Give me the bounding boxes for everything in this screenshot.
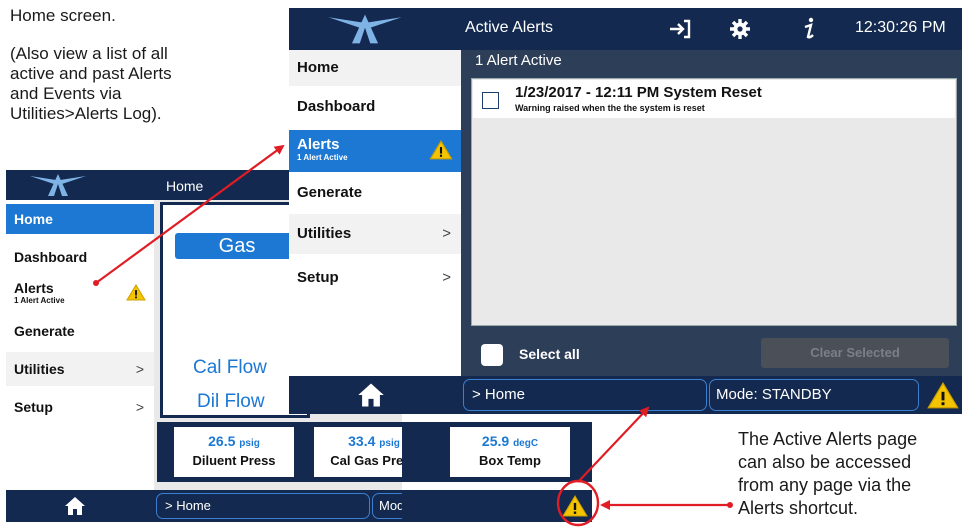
tile-diluent-press[interactable]: 26.5 psig Diluent Press <box>174 427 294 477</box>
alert-row[interactable]: 1/23/2017 - 12:11 PM System Reset Warnin… <box>473 80 955 118</box>
info-icon[interactable] <box>801 17 817 41</box>
mode-indicator: Mode: STANDBY <box>709 379 919 411</box>
alerts-sidebar: Home Dashboard Alerts 1 Alert Active Gen… <box>289 50 461 376</box>
sidebar-item-label: Home <box>14 211 53 227</box>
home-screen-title: Home <box>166 178 204 194</box>
tile-number: 33.4 <box>348 433 376 449</box>
breadcrumb[interactable]: > Home <box>463 379 707 411</box>
logo-icon <box>30 174 86 196</box>
note-also-view: (Also view a list of all active and past… <box>10 44 172 124</box>
warning-icon[interactable] <box>927 382 959 409</box>
sidebar-item-label: Home <box>297 59 339 76</box>
note-line: The Active Alerts page <box>738 429 918 449</box>
warning-icon <box>126 284 146 301</box>
tile-value: 26.5 psig <box>174 433 294 449</box>
sidebar-item-label: Alerts <box>297 136 340 153</box>
mode-indicator: Mode: STANDBY <box>372 493 402 519</box>
dashboard-tiles: 26.5 psig Diluent Press 33.4 psig Cal Ga… <box>157 422 402 482</box>
sidebar-item-setup[interactable]: Setup > <box>6 390 154 424</box>
sidebar-item-label: Dashboard <box>14 249 88 265</box>
dil-flow-label: Dil Flow <box>197 391 265 412</box>
annotation-dot <box>727 502 733 508</box>
gas-button[interactable]: Gas <box>175 233 299 259</box>
note-home-screen: Home screen. <box>10 6 116 25</box>
chevron-right-icon: > <box>135 361 144 377</box>
sidebar-item-label: Generate <box>297 184 363 201</box>
tile-number: 26.5 <box>208 433 236 449</box>
alerts-top-bar: Active Alerts 12:30:26 PM <box>289 8 962 50</box>
tile-label: Diluent Press <box>192 453 276 468</box>
note-line: Alerts shortcut. <box>738 498 859 518</box>
sidebar-item-alerts[interactable]: Alerts 1 Alert Active <box>6 278 154 312</box>
tile-value: 33.4 psig <box>314 433 402 449</box>
sidebar-item-dashboard[interactable]: Dashboard <box>6 242 154 272</box>
clock: 12:30:26 PM <box>855 19 946 36</box>
chevron-right-icon: > <box>135 399 144 415</box>
note-line: (Also view a list of all <box>10 44 168 63</box>
sidebar-item-label: Dashboard <box>297 98 376 115</box>
note-line: Utilities>Alerts Log). <box>10 104 162 123</box>
sidebar-item-home[interactable]: Home <box>6 204 154 234</box>
chevron-right-icon: > <box>442 225 451 242</box>
sidebar-item-label: Setup <box>297 269 339 286</box>
tile-number: 25.9 <box>481 433 510 449</box>
alert-count: 1 Alert Active <box>475 52 562 69</box>
sidebar-item-label: Utilities <box>297 225 352 242</box>
active-alerts-screen: Active Alerts 12:30:26 PM Home Dashboard… <box>289 8 962 414</box>
footer-extension <box>402 490 592 522</box>
sign-in-icon[interactable] <box>669 19 691 39</box>
alert-title: 1/23/2017 - 12:11 PM System Reset <box>515 84 762 101</box>
sidebar-item-setup[interactable]: Setup > <box>289 258 461 298</box>
cal-flow-label: Cal Flow <box>193 357 267 378</box>
sidebar-item-home[interactable]: Home <box>289 50 461 86</box>
home-icon[interactable] <box>64 496 86 516</box>
tile-value: 25.9 degC <box>450 433 570 449</box>
sidebar-item-generate[interactable]: Generate <box>289 174 461 212</box>
tile-unit: psig <box>239 438 260 449</box>
sidebar-item-label: Alerts <box>14 280 54 296</box>
clear-selected-button[interactable]: Clear Selected <box>761 338 949 368</box>
home-main-panel: Gas Cal Flow Dil Flow <box>160 202 310 418</box>
note-shortcut: The Active Alerts page can also be acces… <box>738 428 917 520</box>
alerts-footer: > Home Mode: STANDBY <box>289 376 962 414</box>
tile-unit: psig <box>379 438 400 449</box>
warning-icon <box>429 140 453 160</box>
sidebar-item-dashboard[interactable]: Dashboard <box>289 88 461 126</box>
sidebar-item-alerts[interactable]: Alerts 1 Alert Active <box>289 130 461 172</box>
sidebar-item-utilities[interactable]: Utilities > <box>289 214 461 254</box>
sidebar-item-label: Generate <box>14 323 75 339</box>
home-footer: > Home Mode: STANDBY <box>6 490 402 522</box>
sidebar-item-label: Setup <box>14 399 53 415</box>
tiles-extension: 25.9 degC Box Temp <box>402 422 592 482</box>
alert-description: Warning raised when the the system is re… <box>515 103 705 113</box>
note-line: active and past Alerts <box>10 64 172 83</box>
tile-cal-gas-press[interactable]: 33.4 psig Cal Gas Press <box>314 427 402 477</box>
alert-list: 1/23/2017 - 12:11 PM System Reset Warnin… <box>471 78 957 326</box>
home-sidebar: Home Dashboard Alerts 1 Alert Active Gen… <box>6 200 154 498</box>
sidebar-item-utilities[interactable]: Utilities > <box>6 352 154 386</box>
alert-checkbox[interactable] <box>482 92 499 109</box>
home-icon[interactable] <box>357 382 385 408</box>
select-all-checkbox[interactable] <box>481 344 503 366</box>
warning-icon[interactable] <box>562 495 588 517</box>
note-line: can also be accessed <box>738 452 912 472</box>
note-line: and Events via <box>10 84 122 103</box>
gear-icon[interactable] <box>729 18 751 40</box>
sidebar-item-label: Utilities <box>14 361 65 377</box>
tile-label: Cal Gas Press <box>330 453 402 468</box>
logo-icon <box>328 14 402 44</box>
note-line: from any page via the <box>738 475 912 495</box>
alerts-screen-title: Active Alerts <box>465 19 554 36</box>
tile-unit: degC <box>513 438 539 449</box>
tile-label: Box Temp <box>479 453 541 468</box>
tile-box-temp[interactable]: 25.9 degC Box Temp <box>450 427 570 477</box>
select-all-label: Select all <box>519 346 580 362</box>
sidebar-item-generate[interactable]: Generate <box>6 316 154 346</box>
chevron-right-icon: > <box>442 269 451 286</box>
breadcrumb[interactable]: > Home <box>156 493 370 519</box>
